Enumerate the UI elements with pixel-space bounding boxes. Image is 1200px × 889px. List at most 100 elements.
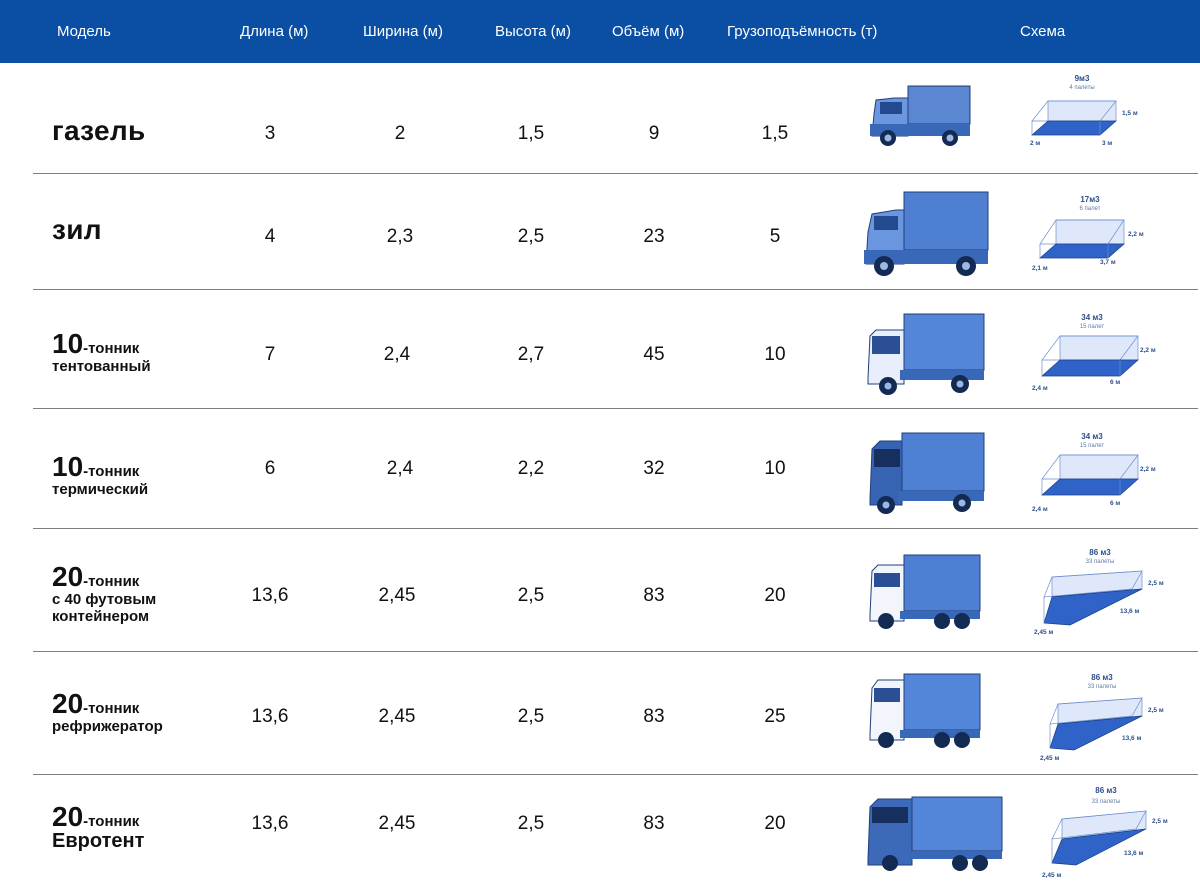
scheme-height: 2,2 м	[1140, 466, 1156, 473]
length-cell: 6	[264, 458, 276, 479]
capacity-cell: 5	[769, 226, 781, 247]
col-header-capacity: Грузоподъёмность (т)	[727, 23, 878, 40]
scheme-height: 2,5 м	[1148, 707, 1164, 714]
model-type: термический	[52, 481, 149, 498]
scheme-height: 1,5 м	[1122, 110, 1138, 117]
length-cell: 7	[264, 344, 276, 365]
model-type: с 40 футовым	[52, 591, 157, 608]
volume-cell: 83	[643, 813, 665, 834]
scheme-length: 13,6 м	[1124, 850, 1143, 857]
table-row: 10-тонник тентованный 7 2,4 2,7 45 10 34…	[0, 290, 1200, 409]
scheme-length: 3,7 м	[1100, 259, 1116, 266]
scheme-pallets: 6 палет	[1080, 206, 1101, 212]
scheme-width: 2,45 м	[1040, 755, 1059, 762]
volume-cell: 83	[643, 585, 665, 606]
scheme-diagram: 34 м3 15 палет 2,2 м 2,4 м 6 м	[1032, 313, 1156, 392]
scheme-width: 2,4 м	[1032, 385, 1048, 392]
model-name: газель	[52, 117, 146, 145]
length-cell: 3	[264, 123, 276, 144]
col-header-width: Ширина (м)	[363, 23, 443, 40]
truck-image-10t-thermal	[869, 432, 985, 514]
capacity-cell: 20	[764, 813, 786, 834]
capacity-cell: 20	[764, 585, 786, 606]
table-row: 20-тонник рефрижератор 13,6 2,45 2,5 83 …	[0, 652, 1200, 775]
model-name: 20-тонник Евротент	[52, 801, 145, 852]
scheme-volume: 86 м3	[1089, 548, 1111, 557]
scheme-pallets: 33 палеты	[1092, 799, 1121, 805]
width-cell: 2,4	[383, 344, 411, 365]
scheme-height: 2,5 м	[1148, 580, 1164, 587]
model-type-line2: контейнером	[52, 608, 150, 625]
scheme-volume: 86 м3	[1095, 786, 1117, 795]
height-cell: 2,5	[517, 226, 545, 247]
length-cell: 13,6	[251, 706, 289, 727]
truck-image-10t-tent	[867, 313, 985, 395]
length-cell: 13,6	[251, 585, 289, 606]
width-cell: 2,3	[386, 226, 414, 247]
scheme-diagram: 86 м3 33 палеты 2,5 м 2,45 м 13,6 м	[1034, 548, 1164, 636]
capacity-cell: 25	[764, 706, 786, 727]
scheme-length: 13,6 м	[1120, 608, 1139, 615]
col-header-length: Длина (м)	[240, 23, 309, 40]
model-suffix: -тонник	[83, 700, 140, 717]
scheme-pallets: 4 палеты	[1069, 85, 1094, 91]
truck-image-zil	[864, 191, 989, 276]
width-cell: 2,45	[378, 706, 416, 727]
model-suffix: -тонник	[83, 340, 140, 357]
capacity-cell: 10	[764, 344, 786, 365]
width-cell: 2,4	[386, 458, 414, 479]
table-row: 20-тонник с 40 футовым контейнером 13,6 …	[0, 529, 1200, 652]
scheme-pallets: 15 палет	[1080, 443, 1105, 449]
model-type: рефрижератор	[52, 718, 163, 735]
model-tonnage: 20	[52, 561, 84, 592]
scheme-volume: 9м3	[1075, 74, 1090, 83]
volume-cell: 23	[643, 226, 665, 247]
truck-image-20t-refrigerator	[869, 673, 981, 748]
model-type: Евротент	[52, 830, 145, 852]
height-cell: 2,5	[517, 585, 545, 606]
scheme-width: 2,4 м	[1032, 506, 1048, 513]
model-name: 10-тонник тентованный	[52, 330, 151, 375]
model-title: газель	[52, 115, 146, 146]
scheme-length: 6 м	[1110, 379, 1120, 386]
scheme-width: 2,45 м	[1034, 629, 1053, 636]
height-cell: 2,7	[517, 344, 545, 365]
scheme-height: 2,2 м	[1140, 347, 1156, 354]
table-row: 20-тонник Евротент 13,6 2,45 2,5 83 20 8…	[0, 775, 1200, 889]
capacity-cell: 10	[764, 458, 786, 479]
scheme-pallets: 15 палет	[1080, 324, 1105, 330]
height-cell: 2,5	[517, 706, 545, 727]
scheme-volume: 34 м3	[1081, 313, 1103, 322]
scheme-diagram: 17м3 6 палет 2,2 м 2,1 м 3,7 м	[1032, 195, 1144, 272]
volume-cell: 83	[643, 706, 665, 727]
scheme-length: 13,6 м	[1122, 735, 1141, 742]
height-cell: 2,2	[517, 458, 545, 479]
volume-cell: 9	[648, 123, 660, 144]
scheme-height: 2,5 м	[1152, 818, 1168, 825]
model-title: зил	[52, 214, 102, 245]
scheme-diagram: 86 м3 33 палеты 2,5 м 2,45 м 13,6 м	[1042, 786, 1168, 879]
scheme-length: 3 м	[1102, 140, 1112, 147]
height-cell: 1,5	[517, 123, 545, 144]
scheme-volume: 34 м3	[1081, 432, 1103, 441]
length-cell: 13,6	[251, 813, 289, 834]
scheme-width: 2,1 м	[1032, 265, 1048, 272]
model-suffix: -тонник	[83, 463, 140, 480]
table-row: газель 3 2 1,5 9 1,5 9м3 4 палеты 1,5 м …	[0, 63, 1200, 174]
model-suffix: -тонник	[83, 813, 140, 830]
model-tonnage: 10	[52, 328, 84, 359]
model-tonnage: 10	[52, 451, 84, 482]
scheme-height: 2,2 м	[1128, 231, 1144, 238]
scheme-pallets: 33 палеты	[1086, 559, 1115, 565]
width-cell: 2,45	[378, 813, 416, 834]
scheme-volume: 17м3	[1080, 195, 1100, 204]
model-name: зил	[52, 216, 102, 244]
scheme-volume: 86 м3	[1091, 673, 1113, 682]
model-tonnage: 20	[52, 801, 84, 832]
truck-image-gazelle	[870, 85, 971, 146]
model-type: тентованный	[52, 358, 151, 375]
length-cell: 4	[264, 226, 276, 247]
table-row: 10-тонник термический 6 2,4 2,2 32 10 34…	[0, 409, 1200, 529]
col-header-volume: Объём (м)	[612, 23, 685, 40]
truck-image-20t-container	[869, 554, 981, 629]
